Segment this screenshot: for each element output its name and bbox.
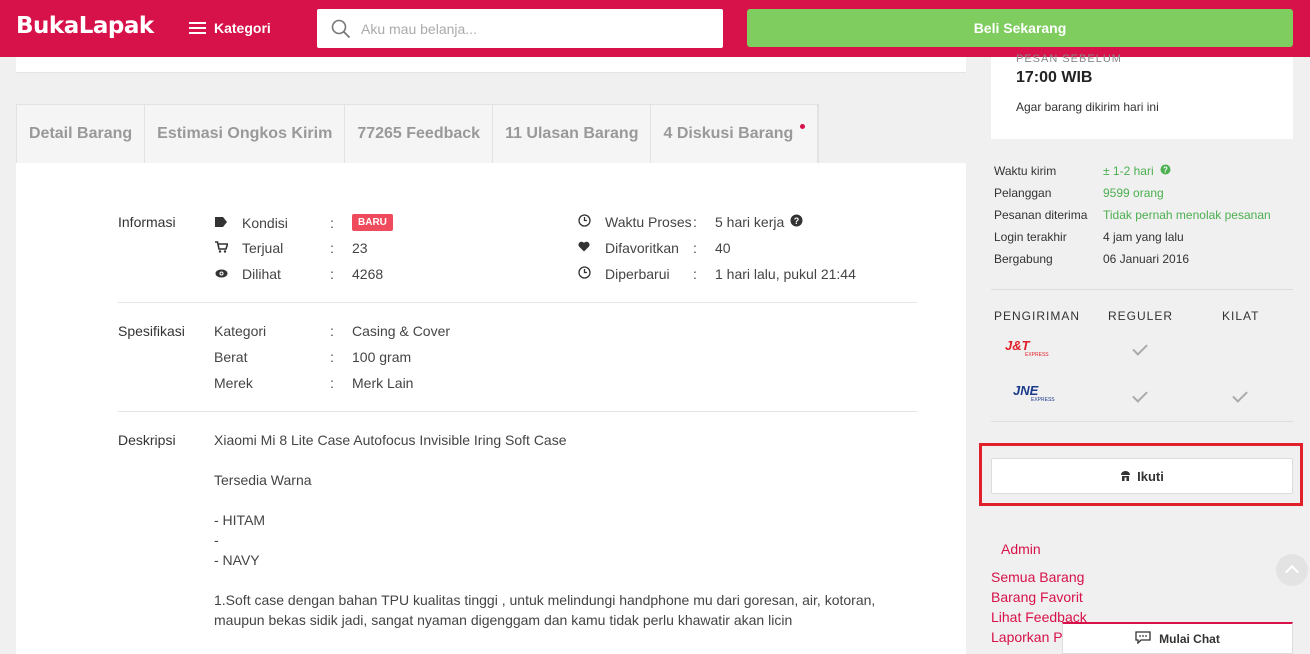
cutoff-label: PESAN SEBELUM: [1016, 53, 1122, 65]
svg-text:?: ?: [1163, 166, 1168, 175]
divider: [118, 411, 917, 412]
check-icon: [1232, 387, 1248, 403]
follow-store-button[interactable]: Ikuti: [991, 458, 1293, 494]
seller-info-row: Waktu kirim ± 1-2 hari ?: [994, 160, 1271, 182]
jnt-logo: J&T EXPRESS: [1005, 338, 1049, 358]
tab-detail-barang[interactable]: Detail Barang: [17, 105, 146, 163]
info-row-diperbarui: Diperbarui : 1 hari lalu, pukul 21:44: [577, 266, 856, 282]
store-icon: [1120, 469, 1131, 484]
tab-estimasi-ongkir[interactable]: Estimasi Ongkos Kirim: [145, 105, 346, 163]
tag-icon: [214, 216, 228, 230]
top-header: BukaLapak Kategori Beli Sekarang: [0, 0, 1310, 57]
shipping-header-kilat: KILAT: [1222, 309, 1260, 323]
link-laporkan[interactable]: Laporkan P: [991, 629, 1063, 645]
seller-info-row: Pesanan diterima Tidak pernah menolak pe…: [994, 208, 1271, 222]
search-icon: [331, 19, 351, 39]
admin-label: Admin: [1001, 541, 1041, 557]
product-detail-panel: Informasi Kondisi : BARU Terjual : 23 Di…: [16, 163, 966, 654]
menu-icon: [189, 21, 206, 35]
seller-info-table: Waktu kirim ± 1-2 hari ? Pelanggan 9599 …: [994, 160, 1271, 270]
clock-icon: [577, 266, 591, 282]
deskripsi-label: Deskripsi: [118, 432, 176, 448]
divider: [118, 302, 917, 303]
spec-row-merek: Merek : Merk Lain: [214, 375, 414, 391]
svg-text:?: ?: [794, 216, 800, 226]
seller-info-row: Bergabung 06 Januari 2016: [994, 252, 1190, 266]
divider: [991, 421, 1293, 422]
kategori-menu[interactable]: Kategori: [189, 20, 271, 36]
chat-button[interactable]: Mulai Chat: [1062, 622, 1293, 654]
seller-info-row: Login terakhir 4 jam yang lalu: [994, 230, 1184, 244]
info-row-difavoritkan: Difavoritkan : 40: [577, 240, 731, 256]
check-icon: [1132, 387, 1148, 403]
condition-badge: BARU: [352, 214, 393, 231]
spec-row-berat: Berat : 100 gram: [214, 349, 412, 365]
spesifikasi-label: Spesifikasi: [118, 323, 185, 339]
tab-diskusi[interactable]: 4 Diskusi Barang: [651, 105, 819, 163]
cart-icon: [214, 240, 229, 256]
product-description: Xiaomi Mi 8 Lite Case Autofocus Invisibl…: [214, 432, 876, 628]
tab-feedback[interactable]: 77265 Feedback: [345, 105, 494, 163]
heart-icon: [577, 241, 591, 255]
tab-ulasan[interactable]: 11 Ulasan Barang: [493, 105, 652, 163]
scroll-to-top-button[interactable]: [1276, 554, 1308, 586]
search-input[interactable]: [361, 20, 691, 37]
informasi-label: Informasi: [118, 214, 176, 230]
product-tabs: Detail Barang Estimasi Ongkos Kirim 7726…: [16, 104, 820, 163]
search-bar[interactable]: [317, 9, 723, 48]
kategori-label: Kategori: [214, 20, 271, 36]
spec-row-kategori: Kategori : Casing & Cover: [214, 323, 451, 339]
info-row-dilihat: Dilihat : 4268: [214, 266, 383, 282]
shipping-header-pengiriman: PENGIRIMAN: [994, 309, 1081, 323]
help-icon[interactable]: ?: [790, 214, 803, 230]
cutoff-time: 17:00 WIB: [1016, 69, 1093, 86]
jne-logo: JNE EXPRESS: [1013, 383, 1055, 403]
info-row-kondisi: Kondisi : BARU: [214, 214, 393, 231]
link-barang-favorit[interactable]: Barang Favorit: [991, 589, 1083, 605]
check-icon: [1132, 340, 1148, 356]
seller-info-row: Pelanggan 9599 orang: [994, 186, 1164, 200]
link-semua-barang[interactable]: Semua Barang: [991, 569, 1084, 585]
shipping-cutoff-card: PESAN SEBELUM 17:00 WIB Agar barang diki…: [991, 53, 1293, 139]
eye-icon: [214, 267, 228, 281]
divider: [991, 289, 1293, 290]
notification-dot: [800, 124, 806, 129]
cutoff-note: Agar barang dikirim hari ini: [1016, 100, 1159, 114]
info-row-terjual: Terjual : 23: [214, 240, 368, 256]
help-icon[interactable]: ?: [1160, 164, 1171, 178]
info-row-waktu-proses: Waktu Proses : 5 hari kerja ?: [577, 214, 803, 230]
clock-icon: [577, 214, 591, 230]
product-card-bottom: [16, 57, 966, 73]
bukalapak-logo[interactable]: BukaLapak: [16, 13, 154, 39]
shipping-header-reguler: REGULER: [1108, 309, 1174, 323]
chat-icon: [1135, 630, 1151, 647]
buy-now-button[interactable]: Beli Sekarang: [747, 9, 1293, 47]
